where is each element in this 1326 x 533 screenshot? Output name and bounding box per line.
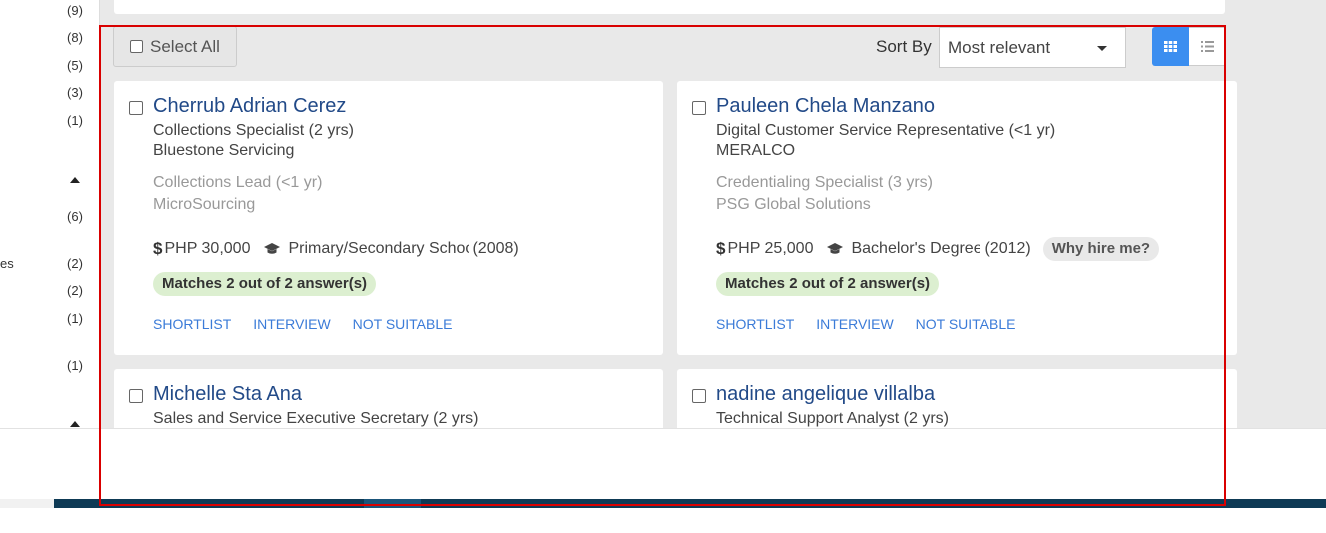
filter-label[interactable]: es [0,256,14,271]
expected-salary: PHP 30,000 [164,240,251,257]
grid-view-button[interactable] [1152,27,1189,66]
education-year: (2008) [472,240,519,257]
filter-count[interactable]: (1) [60,113,90,128]
filter-count[interactable]: (3) [60,85,90,100]
dollar-icon: $ [716,239,726,258]
previous-card-edge [114,0,1225,14]
caret-down-icon [1097,46,1107,51]
shortlist-button[interactable]: SHORTLIST [716,316,794,332]
why-hire-me-button[interactable]: Why hire me? [1042,237,1160,261]
graduation-cap-icon [264,243,281,254]
current-role: Collections Specialist (2 yrs) [153,122,354,139]
current-company: MERALCO [716,142,796,159]
previous-role: Credentialing Specialist (3 yrs) [716,174,933,191]
education-year: (2012) [984,240,1031,257]
candidate-checkbox[interactable] [129,101,143,115]
filter-count[interactable]: (5) [60,58,90,73]
filter-count[interactable]: (6) [60,209,90,224]
candidate-name-link[interactable]: Michelle Sta Ana [153,383,302,406]
previous-company: PSG Global Solutions [716,196,871,213]
card-actions: SHORTLIST INTERVIEW NOT SUITABLE [153,316,470,332]
current-role: Sales and Service Executive Secretary (2… [153,410,479,427]
education-level: Bachelor's Degree [851,240,981,257]
candidate-card: Michelle Sta Ana Sales and Service Execu… [114,369,663,428]
candidate-name-link[interactable]: nadine angelique villalba [716,383,935,406]
candidate-card: Pauleen Chela Manzano Digital Customer S… [677,81,1237,355]
candidate-card: nadine angelique villalba Technical Supp… [677,369,1237,428]
candidate-name-link[interactable]: Cherrub Adrian Cerez [153,95,346,118]
filter-count[interactable]: (1) [60,358,90,373]
footer-panel [0,428,1326,500]
footer-left-strip [0,499,54,508]
previous-company: MicroSourcing [153,196,256,213]
candidate-name-link[interactable]: Pauleen Chela Manzano [716,95,935,118]
select-all-button[interactable]: Select All [113,26,237,67]
interview-button[interactable]: INTERVIEW [816,316,894,332]
select-all-checkbox[interactable] [130,40,143,53]
sort-select-value: Most relevant [948,37,1051,57]
filter-sidebar: (9) (8) (5) (3) (1) (6) es (2) (2) (1) (… [0,0,100,428]
footer-bar [54,499,1326,508]
interview-button[interactable]: INTERVIEW [253,316,331,332]
select-all-label: Select All [150,36,220,56]
shortlist-button[interactable]: SHORTLIST [153,316,231,332]
salary-education-row: $ PHP 25,000 Bachelor's Degree (2012) Wh… [716,237,1160,261]
current-role: Technical Support Analyst (2 yrs) [716,410,949,427]
collapse-caret-icon[interactable] [70,177,80,183]
candidate-checkbox[interactable] [129,389,143,403]
sort-select[interactable]: Most relevant [939,27,1126,68]
list-view-button[interactable] [1189,27,1226,66]
sort-by-label: Sort By [876,37,932,56]
not-suitable-button[interactable]: NOT SUITABLE [916,316,1016,332]
filter-count[interactable]: (2) [60,283,90,298]
not-suitable-button[interactable]: NOT SUITABLE [353,316,453,332]
filter-count[interactable]: (2) [60,256,90,271]
candidate-checkbox[interactable] [692,389,706,403]
filter-count[interactable]: (1) [60,311,90,326]
filter-count[interactable]: (9) [60,3,90,18]
list-icon [1200,41,1214,52]
expected-salary: PHP 25,000 [727,240,814,257]
dollar-icon: $ [153,239,163,258]
current-company: Bluestone Servicing [153,142,295,159]
collapse-caret-icon[interactable] [70,421,80,427]
candidate-card: Cherrub Adrian Cerez Collections Special… [114,81,663,355]
previous-role: Collections Lead (<1 yr) [153,174,323,191]
match-badge: Matches 2 out of 2 answer(s) [153,272,377,296]
card-actions: SHORTLIST INTERVIEW NOT SUITABLE [716,316,1033,332]
footer-accent [364,499,421,508]
current-role: Digital Customer Service Representative … [716,122,1056,139]
filter-count[interactable]: (8) [60,30,90,45]
candidate-checkbox[interactable] [692,101,706,115]
grid-icon [1164,41,1177,52]
salary-education-row: $ PHP 30,000 Primary/Secondary School (2… [153,239,519,259]
results-panel: Select All Sort By Most relevant Cherrub… [100,0,1326,428]
match-badge: Matches 2 out of 2 answer(s) [716,272,940,296]
graduation-cap-icon [827,243,844,254]
education-level: Primary/Secondary School [288,240,470,257]
